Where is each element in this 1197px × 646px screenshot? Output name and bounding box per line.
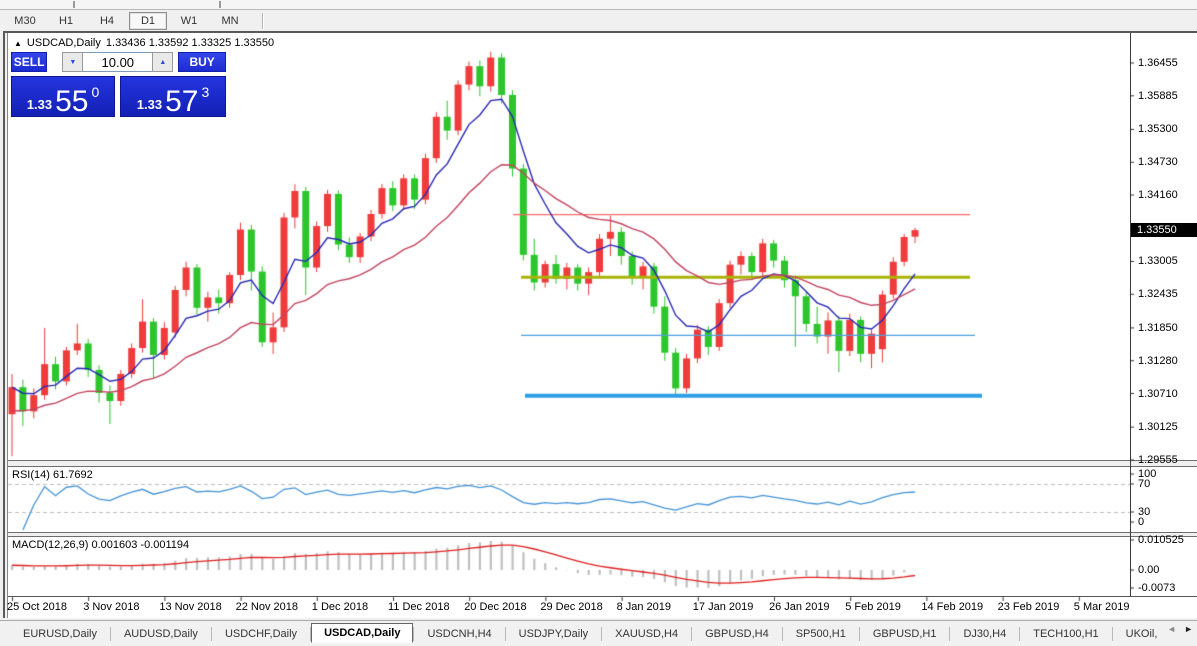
tab-usdchf-daily[interactable]: USDCHF,Daily (212, 624, 310, 644)
one-click-trading-panel: SELL ▼ ▲ BUY 1.33 55 0 1.33 57 3 (11, 52, 226, 117)
rsi-label: RSI(14) 61.7692 (12, 469, 93, 481)
sell-button[interactable]: SELL (11, 52, 47, 72)
price-tick-label: 1.35300 (1138, 123, 1178, 135)
buy-price-box[interactable]: 1.33 57 3 (120, 76, 226, 117)
buy-button[interactable]: BUY (178, 52, 226, 72)
tab-usdjpy-daily[interactable]: USDJPY,Daily (506, 624, 602, 644)
buy-price-base: 1.33 (137, 97, 162, 112)
price-tick-label: 1.35885 (1138, 90, 1178, 102)
tab-gbpusd-h4[interactable]: GBPUSD,H4 (692, 624, 782, 644)
date-tick-label: 17 Jan 2019 (693, 601, 754, 613)
date-tick-label: 1 Dec 2018 (312, 601, 368, 613)
price-tick-label: 1.30710 (1138, 388, 1178, 400)
date-tick-label: 22 Nov 2018 (236, 601, 298, 613)
date-tick-label: 8 Jan 2019 (617, 601, 671, 613)
scroll-left-icon[interactable]: ◄ (1167, 624, 1176, 634)
tab-scroll-buttons: ◄ ► (1167, 624, 1193, 634)
date-tick-label: 3 Nov 2018 (83, 601, 139, 613)
indicator-tick-label: 0.010525 (1138, 534, 1184, 546)
date-tick-label: 23 Feb 2019 (998, 601, 1060, 613)
price-tick-label: 1.30125 (1138, 421, 1178, 433)
price-tick-label: 1.29555 (1138, 454, 1178, 466)
date-tick-label: 20 Dec 2018 (464, 601, 526, 613)
volume-input[interactable] (83, 52, 152, 72)
current-price-tag: 1.33550 (1131, 223, 1197, 237)
date-tick-label: 5 Feb 2019 (845, 601, 901, 613)
tab-usdcad-daily[interactable]: USDCAD,Daily (311, 623, 413, 643)
collapse-icon[interactable]: ▲ (14, 39, 22, 48)
indicator-tick-label: -0.0073 (1138, 582, 1175, 594)
price-tick-label: 1.34730 (1138, 156, 1178, 168)
app-window: M30H1H4D1W1MN ▲ USDCAD,Daily 1.33436 1.3… (0, 0, 1197, 646)
price-tick-label: 1.34160 (1138, 189, 1178, 201)
indicator-tick-label: 70 (1138, 478, 1150, 490)
volume-stepper: ▼ ▲ (62, 52, 173, 72)
price-tick-label: 1.36455 (1138, 57, 1178, 69)
indicator-tick-label: 0.00 (1138, 564, 1159, 576)
tab-eurusd-daily[interactable]: EURUSD,Daily (10, 624, 110, 644)
sell-price-base: 1.33 (27, 97, 52, 112)
buy-price-pips: 57 (165, 88, 198, 117)
volume-decrease-icon[interactable]: ▼ (62, 52, 83, 72)
tab-dj30-h4[interactable]: DJ30,H4 (950, 624, 1019, 644)
date-tick-label: 13 Nov 2018 (159, 601, 221, 613)
buy-price-point: 3 (201, 84, 209, 100)
macd-label: MACD(12,26,9) 0.001603 -0.001194 (12, 539, 189, 551)
date-tick-label: 29 Dec 2018 (540, 601, 602, 613)
tab-usdcnh-h4[interactable]: USDCNH,H4 (414, 624, 504, 644)
volume-increase-icon[interactable]: ▲ (152, 52, 173, 72)
indicator-tick-label: 0 (1138, 516, 1144, 528)
date-tick-label: 5 Mar 2019 (1074, 601, 1130, 613)
date-tick-label: 14 Feb 2019 (921, 601, 983, 613)
sell-price-pips: 55 (55, 88, 88, 117)
scroll-right-icon[interactable]: ► (1184, 624, 1193, 634)
symbol-tab-bar: EURUSD,DailyAUDUSD,DailyUSDCHF,DailyUSDC… (0, 620, 1197, 646)
symbol-title: USDCAD,Daily (27, 37, 101, 49)
tab-audusd-daily[interactable]: AUDUSD,Daily (111, 624, 211, 644)
chart-title: ▲ USDCAD,Daily 1.33436 1.33592 1.33325 1… (14, 37, 274, 49)
price-tick-label: 1.31850 (1138, 322, 1178, 334)
price-tick-label: 1.31280 (1138, 355, 1178, 367)
tab-sp500-h1[interactable]: SP500,H1 (783, 624, 859, 644)
date-tick-label: 25 Oct 2018 (7, 601, 67, 613)
sell-price-point: 0 (91, 84, 99, 100)
date-tick-label: 11 Dec 2018 (388, 601, 450, 613)
price-tick-label: 1.32435 (1138, 288, 1178, 300)
tab-xauusd-h4[interactable]: XAUUSD,H4 (602, 624, 691, 644)
price-tick-label: 1.33005 (1138, 255, 1178, 267)
tab-gbpusd-h1[interactable]: GBPUSD,H1 (860, 624, 950, 644)
tab-ukoil[interactable]: UKOil, (1113, 624, 1171, 644)
tab-tech100-h1[interactable]: TECH100,H1 (1020, 624, 1111, 644)
sell-price-box[interactable]: 1.33 55 0 (11, 76, 115, 117)
date-tick-label: 26 Jan 2019 (769, 601, 830, 613)
ohlc-readout: 1.33436 1.33592 1.33325 1.33550 (106, 37, 274, 49)
